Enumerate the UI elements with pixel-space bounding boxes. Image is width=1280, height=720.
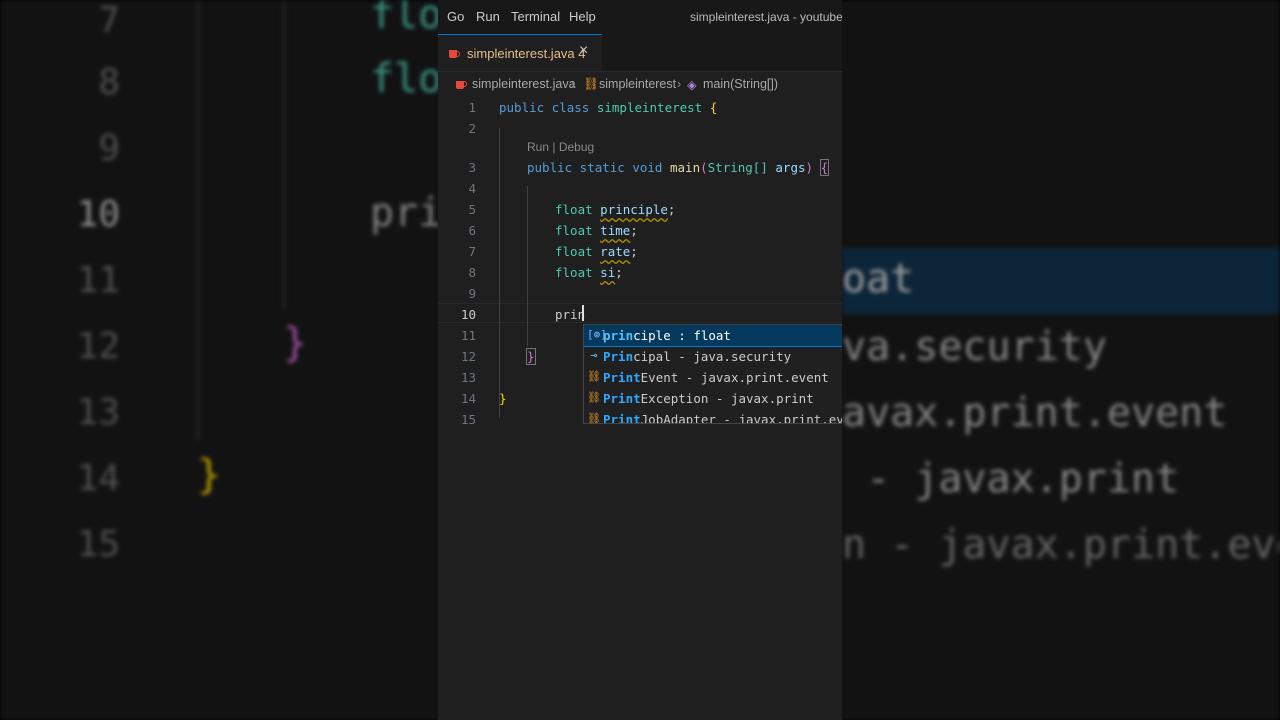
line-number: 1 xyxy=(468,100,476,115)
menu-terminal[interactable]: Terminal xyxy=(511,9,560,24)
breadcrumb-method[interactable]: main(String[]) xyxy=(703,77,778,91)
method-icon: ◈ xyxy=(687,78,697,92)
line-number: 6 xyxy=(468,223,476,238)
indent-guide xyxy=(197,0,199,440)
line-number: 10 xyxy=(460,307,476,322)
suggestion-item[interactable]: ⛓ PrintJobAdapter - javax.print.event xyxy=(584,409,842,424)
bg-line-number: 12 xyxy=(76,326,120,367)
tab-simpleinterest[interactable]: simpleinterest.java 4 × xyxy=(438,34,602,71)
line-number: 8 xyxy=(468,265,476,280)
class-icon: ⛓ xyxy=(587,370,601,383)
menu-go[interactable]: Go xyxy=(447,9,464,24)
code-line-6: float time; xyxy=(555,223,638,238)
tab-bar: simpleinterest.java 4 × xyxy=(438,34,842,72)
bg-line-number: 13 xyxy=(76,392,120,433)
code-line-10: prin xyxy=(555,307,586,322)
class-icon: ⛓ xyxy=(583,77,599,91)
line-number: 9 xyxy=(468,286,476,301)
line-number: 3 xyxy=(468,160,476,175)
bg-line-number: 10 xyxy=(76,194,120,235)
bg-code: flo xyxy=(370,0,443,38)
bg-line-number: 11 xyxy=(76,260,120,301)
class-icon: ⛓ xyxy=(587,391,601,404)
code-line-7: float rate; xyxy=(555,244,638,259)
chevron-right-icon: › xyxy=(571,77,576,91)
field-icon: [⊚] xyxy=(587,328,607,341)
bg-suggestion: avax.print.event xyxy=(842,390,1228,436)
tab-label: simpleinterest.java 4 xyxy=(467,46,586,61)
bg-code: } xyxy=(283,320,308,366)
bg-suggestion: va.security xyxy=(842,324,1107,370)
codelens: Run | Debug xyxy=(527,140,595,154)
breadcrumb-class[interactable]: simpleinterest xyxy=(599,77,676,91)
line-number: 13 xyxy=(460,370,476,385)
line-number: 14 xyxy=(460,391,476,406)
bg-line-number: 9 xyxy=(98,128,120,169)
suggestion-item[interactable]: [⊚] principle : float xyxy=(584,325,842,347)
indent-guide xyxy=(499,128,500,418)
codelens-debug[interactable]: Debug xyxy=(559,140,594,154)
breadcrumb: simpleinterest.java › ⛓ simpleinterest ›… xyxy=(438,73,842,95)
suggestion-item[interactable]: ⊸ Principal - java.security xyxy=(584,346,842,367)
line-number: 11 xyxy=(460,328,476,343)
bg-code: } xyxy=(197,452,222,498)
close-icon[interactable]: × xyxy=(579,42,588,60)
bg-code: flo xyxy=(370,56,443,102)
text-cursor xyxy=(582,305,584,321)
line-number: 15 xyxy=(460,412,476,427)
line-number: 2 xyxy=(468,121,476,136)
menu-run[interactable]: Run xyxy=(476,9,500,24)
class-icon: ⛓ xyxy=(587,412,601,424)
bg-line-number: 15 xyxy=(76,524,120,565)
indent-guide xyxy=(283,0,285,310)
line-number: 7 xyxy=(468,244,476,259)
code-line-5: float principle; xyxy=(555,202,676,217)
vscode-window: Go Run Terminal Help simpleinterest.java… xyxy=(438,0,842,720)
bg-code: pri xyxy=(370,190,443,236)
code-line-1: public class simpleinterest { xyxy=(499,100,718,115)
bg-line-number: 7 xyxy=(98,0,120,41)
code-line-12: } xyxy=(526,348,536,365)
line-number: 4 xyxy=(468,181,476,196)
suggestion-item[interactable]: ⛓ PrintException - javax.print xyxy=(584,388,842,409)
bg-suggestion: n - javax.print.event xyxy=(842,522,1280,568)
codelens-run[interactable]: Run xyxy=(527,140,549,154)
code-line-8: float si; xyxy=(555,265,623,280)
window-title: simpleinterest.java - youtubejav xyxy=(690,10,842,24)
menu-help[interactable]: Help xyxy=(569,9,596,24)
bg-suggestion: - javax.print xyxy=(842,456,1180,502)
bg-suggestion: oat xyxy=(842,256,915,302)
chevron-right-icon: › xyxy=(677,77,682,91)
bg-line-number: 14 xyxy=(76,458,120,499)
line-number: 5 xyxy=(468,202,476,217)
breadcrumb-file[interactable]: simpleinterest.java xyxy=(472,77,576,91)
menu-bar: Go Run Terminal Help simpleinterest.java… xyxy=(438,0,842,34)
bg-line-number: 8 xyxy=(98,62,120,103)
interface-icon: ⊸ xyxy=(590,349,598,362)
indent-guide xyxy=(527,186,528,346)
autocomplete-widget: [⊚] principle : float ⊸ Principal - java… xyxy=(583,324,842,424)
java-file-icon xyxy=(449,47,460,59)
code-line-14: } xyxy=(499,391,507,406)
code-line-3: public static void main(String[] args) { xyxy=(527,159,830,176)
suggestion-item[interactable]: ⛓ PrintEvent - javax.print.event xyxy=(584,367,842,388)
java-file-icon xyxy=(456,77,467,89)
line-number: 12 xyxy=(460,349,476,364)
